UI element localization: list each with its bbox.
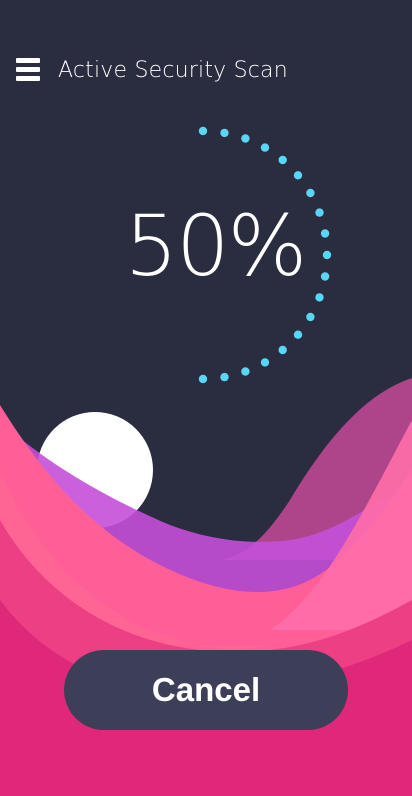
hamburger-menu-icon[interactable]: [16, 58, 40, 82]
app-header: Active Security Scan: [0, 0, 412, 140]
cancel-button[interactable]: Cancel: [64, 650, 348, 730]
scan-progress-percent: 50%: [124, 197, 308, 295]
page-title: Active Security Scan: [58, 58, 288, 83]
